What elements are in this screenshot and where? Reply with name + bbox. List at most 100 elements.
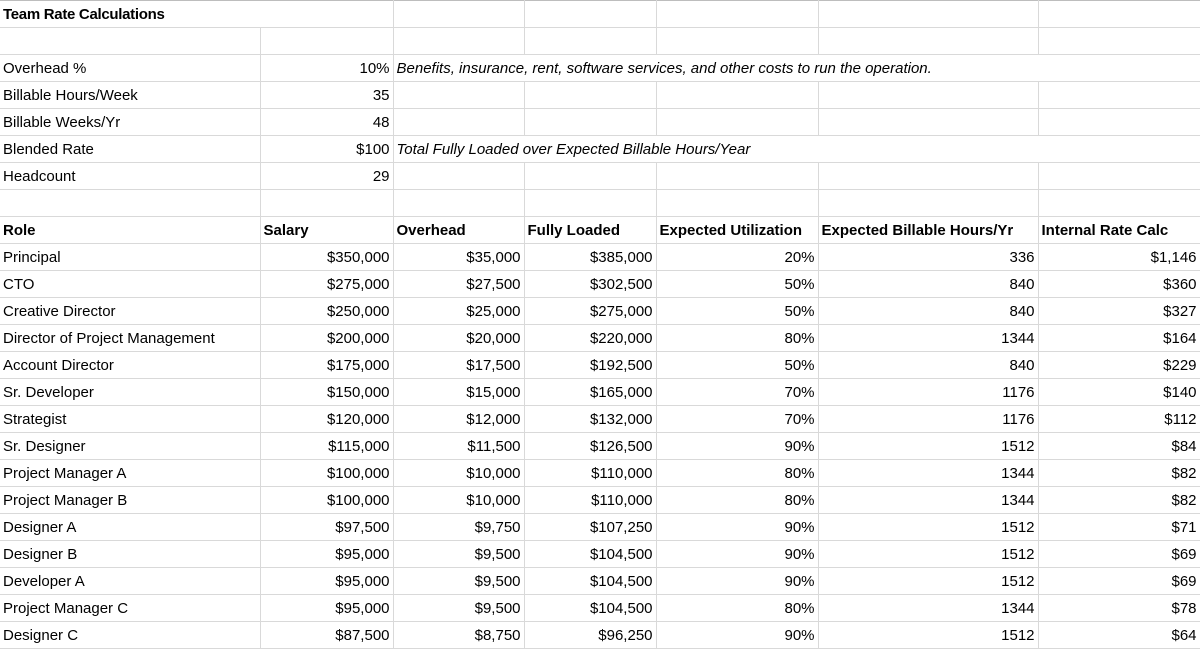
cell-salary[interactable]: $87,500 — [260, 621, 394, 649]
cell-fully-loaded[interactable]: $104,500 — [524, 594, 657, 622]
column-header-overhead[interactable]: Overhead — [393, 216, 525, 244]
cell-salary[interactable]: $100,000 — [260, 459, 394, 487]
cell-salary[interactable]: $120,000 — [260, 405, 394, 433]
cell-expected-billable-hours[interactable]: 840 — [818, 270, 1039, 298]
empty-cell[interactable] — [818, 27, 1039, 55]
cell-role[interactable]: Developer A — [0, 567, 261, 595]
cell-overhead[interactable]: $9,500 — [393, 594, 525, 622]
cell-internal-rate[interactable]: $71 — [1038, 513, 1200, 541]
cell-role[interactable]: Project Manager A — [0, 459, 261, 487]
cell-fully-loaded[interactable]: $132,000 — [524, 405, 657, 433]
table-row[interactable]: Strategist $120,000 $12,000 $132,000 70% 1176… — [0, 405, 1200, 433]
cell-salary[interactable]: $97,500 — [260, 513, 394, 541]
empty-cell[interactable] — [818, 108, 1039, 136]
cell-overhead[interactable]: $9,500 — [393, 567, 525, 595]
table-row[interactable]: Director of Project Management $200,000 $2… — [0, 324, 1200, 352]
cell-expected-billable-hours[interactable]: 1512 — [818, 540, 1039, 568]
table-row[interactable]: Sr. Developer $150,000 $15,000 $165,000 70% 1… — [0, 378, 1200, 406]
cell-role[interactable]: Principal — [0, 243, 261, 271]
cell-expected-billable-hours[interactable]: 336 — [818, 243, 1039, 271]
cell-fully-loaded[interactable]: $220,000 — [524, 324, 657, 352]
cell-expected-billable-hours[interactable]: 1344 — [818, 486, 1039, 514]
cell-internal-rate[interactable]: $112 — [1038, 405, 1200, 433]
cell-salary[interactable]: $200,000 — [260, 324, 394, 352]
cell-expected-utilization[interactable]: 50% — [656, 270, 819, 298]
empty-cell[interactable] — [818, 162, 1039, 190]
cell-role[interactable]: Sr. Developer — [0, 378, 261, 406]
column-header-expected-billable-hours[interactable]: Expected Billable Hours/Yr — [818, 216, 1039, 244]
column-header-internal-rate-calc[interactable]: Internal Rate Calc — [1038, 216, 1200, 244]
cell-salary[interactable]: $275,000 — [260, 270, 394, 298]
cell-internal-rate[interactable]: $84 — [1038, 432, 1200, 460]
cell-salary[interactable]: $95,000 — [260, 567, 394, 595]
cell-overhead[interactable]: $10,000 — [393, 459, 525, 487]
cell-expected-utilization[interactable]: 90% — [656, 513, 819, 541]
cell-role[interactable]: Sr. Designer — [0, 432, 261, 460]
cell-overhead[interactable]: $11,500 — [393, 432, 525, 460]
table-row[interactable]: Account Director $175,000 $17,500 $192,500 5… — [0, 351, 1200, 379]
cell-expected-billable-hours[interactable]: 1512 — [818, 513, 1039, 541]
assumption-value-0[interactable]: 10% — [260, 54, 394, 82]
cell-overhead[interactable]: $25,000 — [393, 297, 525, 325]
cell-overhead[interactable]: $27,500 — [393, 270, 525, 298]
table-row[interactable]: Designer B $95,000 $9,500 $104,500 90% 1512 $6… — [0, 540, 1200, 568]
table-row[interactable]: Project Manager B $100,000 $10,000 $110,000… — [0, 486, 1200, 514]
empty-cell[interactable] — [260, 27, 394, 55]
cell-fully-loaded[interactable]: $165,000 — [524, 378, 657, 406]
cell-salary[interactable]: $150,000 — [260, 378, 394, 406]
cell-expected-utilization[interactable]: 90% — [656, 621, 819, 649]
empty-cell[interactable] — [524, 162, 657, 190]
cell-fully-loaded[interactable]: $110,000 — [524, 459, 657, 487]
cell-salary[interactable]: $250,000 — [260, 297, 394, 325]
cell-fully-loaded[interactable]: $104,500 — [524, 567, 657, 595]
cell-expected-utilization[interactable]: 70% — [656, 378, 819, 406]
cell-overhead[interactable]: $35,000 — [393, 243, 525, 271]
cell-expected-utilization[interactable]: 80% — [656, 324, 819, 352]
cell-fully-loaded[interactable]: $104,500 — [524, 540, 657, 568]
table-row[interactable]: Principal $350,000 $35,000 $385,000 20% 336 $1… — [0, 243, 1200, 271]
cell-role[interactable]: Creative Director — [0, 297, 261, 325]
cell-expected-billable-hours[interactable]: 1176 — [818, 405, 1039, 433]
assumption-value-3[interactable]: $100 — [260, 135, 394, 163]
cell-expected-billable-hours[interactable]: 1344 — [818, 459, 1039, 487]
empty-cell[interactable] — [818, 189, 1039, 217]
cell-internal-rate[interactable]: $360 — [1038, 270, 1200, 298]
empty-cell[interactable] — [1038, 108, 1200, 136]
cell-expected-billable-hours[interactable]: 1512 — [818, 567, 1039, 595]
cell-internal-rate[interactable]: $82 — [1038, 486, 1200, 514]
empty-cell[interactable] — [818, 81, 1039, 109]
table-row[interactable]: Designer A $97,500 $9,750 $107,250 90% 1512 $7… — [0, 513, 1200, 541]
cell-overhead[interactable]: $10,000 — [393, 486, 525, 514]
cell-fully-loaded[interactable]: $192,500 — [524, 351, 657, 379]
empty-cell[interactable] — [524, 81, 657, 109]
empty-cell[interactable] — [1038, 27, 1200, 55]
cell-expected-utilization[interactable]: 50% — [656, 351, 819, 379]
cell-expected-utilization[interactable]: 80% — [656, 459, 819, 487]
cell-expected-utilization[interactable]: 20% — [656, 243, 819, 271]
table-row[interactable]: Project Manager A $100,000 $10,000 $110,000… — [0, 459, 1200, 487]
column-header-role[interactable]: Role — [0, 216, 261, 244]
cell-internal-rate[interactable]: $82 — [1038, 459, 1200, 487]
cell-salary[interactable]: $175,000 — [260, 351, 394, 379]
assumption-value-1[interactable]: 35 — [260, 81, 394, 109]
cell-expected-billable-hours[interactable]: 1344 — [818, 594, 1039, 622]
cell-overhead[interactable]: $20,000 — [393, 324, 525, 352]
cell-role[interactable]: CTO — [0, 270, 261, 298]
cell-fully-loaded[interactable]: $275,000 — [524, 297, 657, 325]
cell-role[interactable]: Project Manager B — [0, 486, 261, 514]
empty-cell[interactable] — [0, 27, 261, 55]
cell-fully-loaded[interactable]: $126,500 — [524, 432, 657, 460]
column-header-expected-utilization[interactable]: Expected Utilization — [656, 216, 819, 244]
cell-fully-loaded[interactable]: $110,000 — [524, 486, 657, 514]
cell-internal-rate[interactable]: $327 — [1038, 297, 1200, 325]
empty-cell[interactable] — [656, 81, 819, 109]
cell-internal-rate[interactable]: $164 — [1038, 324, 1200, 352]
cell-expected-utilization[interactable]: 50% — [656, 297, 819, 325]
cell-expected-billable-hours[interactable]: 1512 — [818, 432, 1039, 460]
empty-cell[interactable] — [656, 162, 819, 190]
empty-cell[interactable] — [656, 108, 819, 136]
cell-overhead[interactable]: $9,500 — [393, 540, 525, 568]
empty-cell[interactable] — [393, 189, 525, 217]
cell-overhead[interactable]: $17,500 — [393, 351, 525, 379]
spreadsheet-canvas[interactable]: Team Rate Calculations Overhead % 10% Benef… — [0, 0, 1200, 661]
